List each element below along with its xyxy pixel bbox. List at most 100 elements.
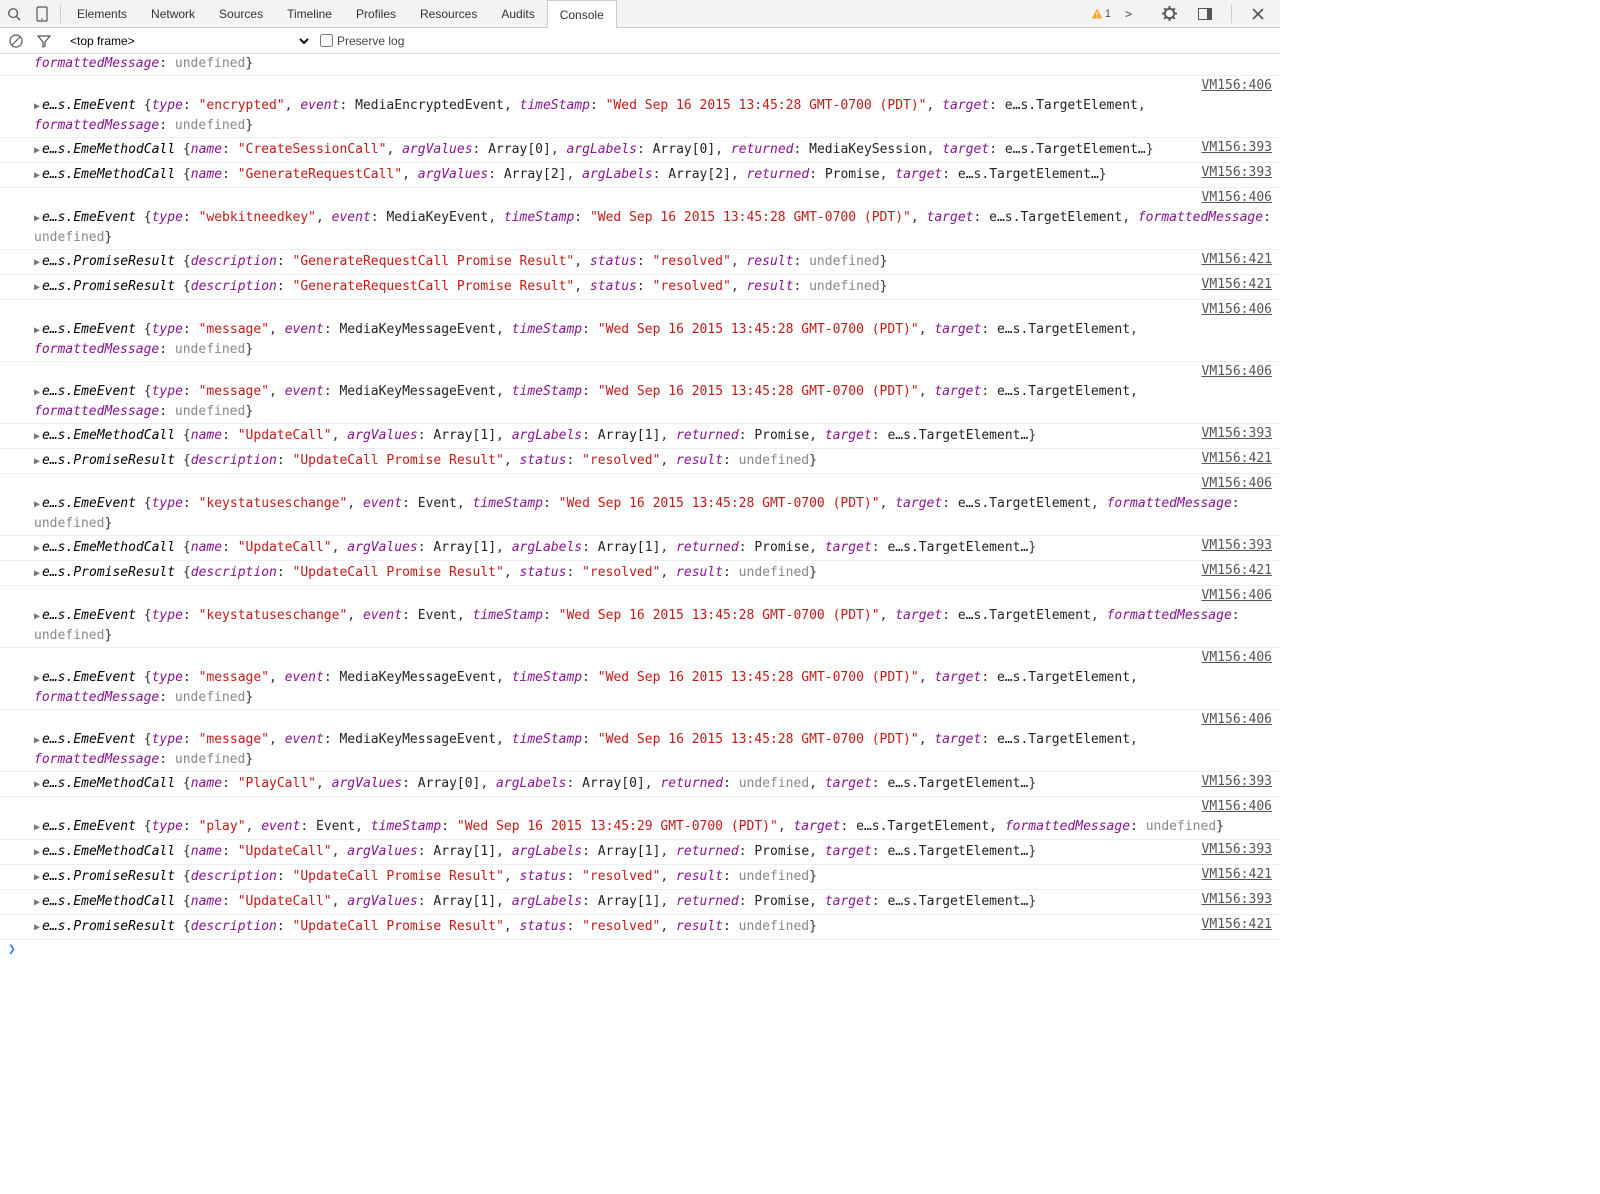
- disclosure-triangle-icon[interactable]: ▶: [34, 282, 40, 293]
- property-key: result: [746, 279, 793, 294]
- property-value: e…s.TargetElement: [997, 732, 1130, 747]
- tab-elements[interactable]: Elements: [65, 0, 139, 28]
- source-link[interactable]: VM156:421: [1202, 277, 1272, 292]
- log-content: ▶e…s.EmeEvent {type: "encrypted", event:…: [20, 78, 1272, 135]
- source-link[interactable]: VM156:393: [1202, 140, 1272, 155]
- disclosure-triangle-icon[interactable]: ▶: [34, 822, 40, 833]
- disclosure-triangle-icon[interactable]: ▶: [34, 735, 40, 746]
- tab-console[interactable]: Console: [547, 0, 617, 28]
- tab-timeline[interactable]: Timeline: [275, 0, 344, 28]
- disclosure-triangle-icon[interactable]: ▶: [34, 101, 40, 112]
- tab-audits[interactable]: Audits: [489, 0, 546, 28]
- property-key: formattedMessage: [1107, 608, 1232, 623]
- property-key: returned: [660, 776, 723, 791]
- prompt-chevron-icon: ❯: [8, 942, 16, 957]
- source-link[interactable]: VM156:421: [1202, 252, 1272, 267]
- show-drawer-icon[interactable]: >_: [1119, 0, 1147, 28]
- source-link[interactable]: VM156:421: [1202, 563, 1272, 578]
- inspect-icon[interactable]: [0, 0, 28, 28]
- disclosure-triangle-icon[interactable]: ▶: [34, 779, 40, 790]
- property-value: Array[0]: [418, 776, 481, 791]
- disclosure-triangle-icon[interactable]: ▶: [34, 568, 40, 579]
- property-value: Array[1]: [433, 428, 496, 443]
- object-class: e…s.EmeEvent: [42, 322, 144, 337]
- property-key: status: [590, 279, 637, 294]
- log-entry: VM156:421▶e…s.PromiseResult {description…: [0, 561, 1280, 586]
- property-value: e…s.TargetElement…: [887, 540, 1028, 555]
- source-link[interactable]: VM156:393: [1202, 538, 1272, 553]
- disclosure-triangle-icon[interactable]: ▶: [34, 456, 40, 467]
- tab-profiles[interactable]: Profiles: [344, 0, 408, 28]
- log-content: ▶e…s.EmeMethodCall {name: "PlayCall", ar…: [20, 774, 1272, 794]
- disclosure-triangle-icon[interactable]: ▶: [34, 897, 40, 908]
- property-value: MediaKeySession: [809, 142, 926, 157]
- property-key: timeStamp: [504, 210, 574, 225]
- tab-network[interactable]: Network: [139, 0, 207, 28]
- source-link[interactable]: VM156:406: [1202, 364, 1272, 379]
- preserve-log[interactable]: Preserve log: [320, 34, 404, 48]
- disclosure-triangle-icon[interactable]: ▶: [34, 213, 40, 224]
- filter-icon[interactable]: [34, 31, 54, 51]
- clear-console-icon[interactable]: [6, 31, 26, 51]
- property-value: e…s.TargetElement…: [887, 776, 1028, 791]
- disclosure-triangle-icon[interactable]: ▶: [34, 611, 40, 622]
- dock-icon[interactable]: [1191, 0, 1219, 28]
- log-content: ▶e…s.EmeEvent {type: "keystatuseschange"…: [20, 476, 1272, 533]
- tab-resources[interactable]: Resources: [408, 0, 489, 28]
- source-link[interactable]: VM156:406: [1202, 588, 1272, 603]
- close-icon[interactable]: [1244, 0, 1272, 28]
- source-link[interactable]: VM156:393: [1202, 426, 1272, 441]
- property-key: returned: [731, 142, 794, 157]
- source-link[interactable]: VM156:406: [1202, 650, 1272, 665]
- preserve-log-checkbox[interactable]: [320, 34, 333, 47]
- property-value: "UpdateCall": [238, 844, 332, 859]
- property-key: argLabels: [512, 428, 582, 443]
- source-link[interactable]: VM156:393: [1202, 892, 1272, 907]
- source-link[interactable]: VM156:421: [1202, 917, 1272, 932]
- tab-sources[interactable]: Sources: [207, 0, 275, 28]
- property-key: result: [746, 254, 793, 269]
- source-link[interactable]: VM156:406: [1202, 78, 1272, 93]
- warning-indicator[interactable]: 1: [1091, 8, 1111, 20]
- object-class: e…s.EmeEvent: [42, 732, 144, 747]
- source-link[interactable]: VM156:406: [1202, 799, 1272, 814]
- disclosure-triangle-icon[interactable]: ▶: [34, 387, 40, 398]
- property-value: "resolved": [582, 919, 660, 934]
- disclosure-triangle-icon[interactable]: ▶: [34, 847, 40, 858]
- property-key: argLabels: [582, 167, 652, 182]
- disclosure-triangle-icon[interactable]: ▶: [34, 499, 40, 510]
- disclosure-triangle-icon[interactable]: ▶: [34, 257, 40, 268]
- device-icon[interactable]: [28, 0, 56, 28]
- disclosure-triangle-icon[interactable]: ▶: [34, 145, 40, 156]
- log-entry: VM156:406▶e…s.EmeEvent {type: "keystatus…: [0, 586, 1280, 648]
- disclosure-triangle-icon[interactable]: ▶: [34, 431, 40, 442]
- property-key: target: [895, 608, 942, 623]
- source-link[interactable]: VM156:421: [1202, 867, 1272, 882]
- source-link[interactable]: VM156:393: [1202, 842, 1272, 857]
- log-entry: VM156:406▶e…s.EmeEvent {type: "play", ev…: [0, 797, 1280, 840]
- property-key: name: [191, 167, 222, 182]
- source-link[interactable]: VM156:406: [1202, 476, 1272, 491]
- log-content: ▶e…s.EmeEvent {type: "play", event: Even…: [20, 799, 1272, 837]
- settings-icon[interactable]: [1155, 0, 1183, 28]
- property-value: undefined: [175, 56, 245, 71]
- property-value: Promise: [754, 894, 809, 909]
- source-link[interactable]: VM156:421: [1202, 451, 1272, 466]
- source-link[interactable]: VM156:406: [1202, 712, 1272, 727]
- property-value: "message": [199, 384, 269, 399]
- source-link[interactable]: VM156:406: [1202, 190, 1272, 205]
- disclosure-triangle-icon[interactable]: ▶: [34, 325, 40, 336]
- frame-select[interactable]: <top frame>: [62, 32, 312, 50]
- log-entry: VM156:393▶e…s.EmeMethodCall {name: "Play…: [0, 772, 1280, 797]
- source-link[interactable]: VM156:393: [1202, 165, 1272, 180]
- disclosure-triangle-icon[interactable]: ▶: [34, 673, 40, 684]
- disclosure-triangle-icon[interactable]: ▶: [34, 170, 40, 181]
- property-key: target: [825, 428, 872, 443]
- property-key: event: [300, 98, 339, 113]
- source-link[interactable]: VM156:393: [1202, 774, 1272, 789]
- source-link[interactable]: VM156:406: [1202, 302, 1272, 317]
- disclosure-triangle-icon[interactable]: ▶: [34, 543, 40, 554]
- disclosure-triangle-icon[interactable]: ▶: [34, 922, 40, 933]
- disclosure-triangle-icon[interactable]: ▶: [34, 872, 40, 883]
- console-prompt[interactable]: ❯: [0, 940, 1280, 959]
